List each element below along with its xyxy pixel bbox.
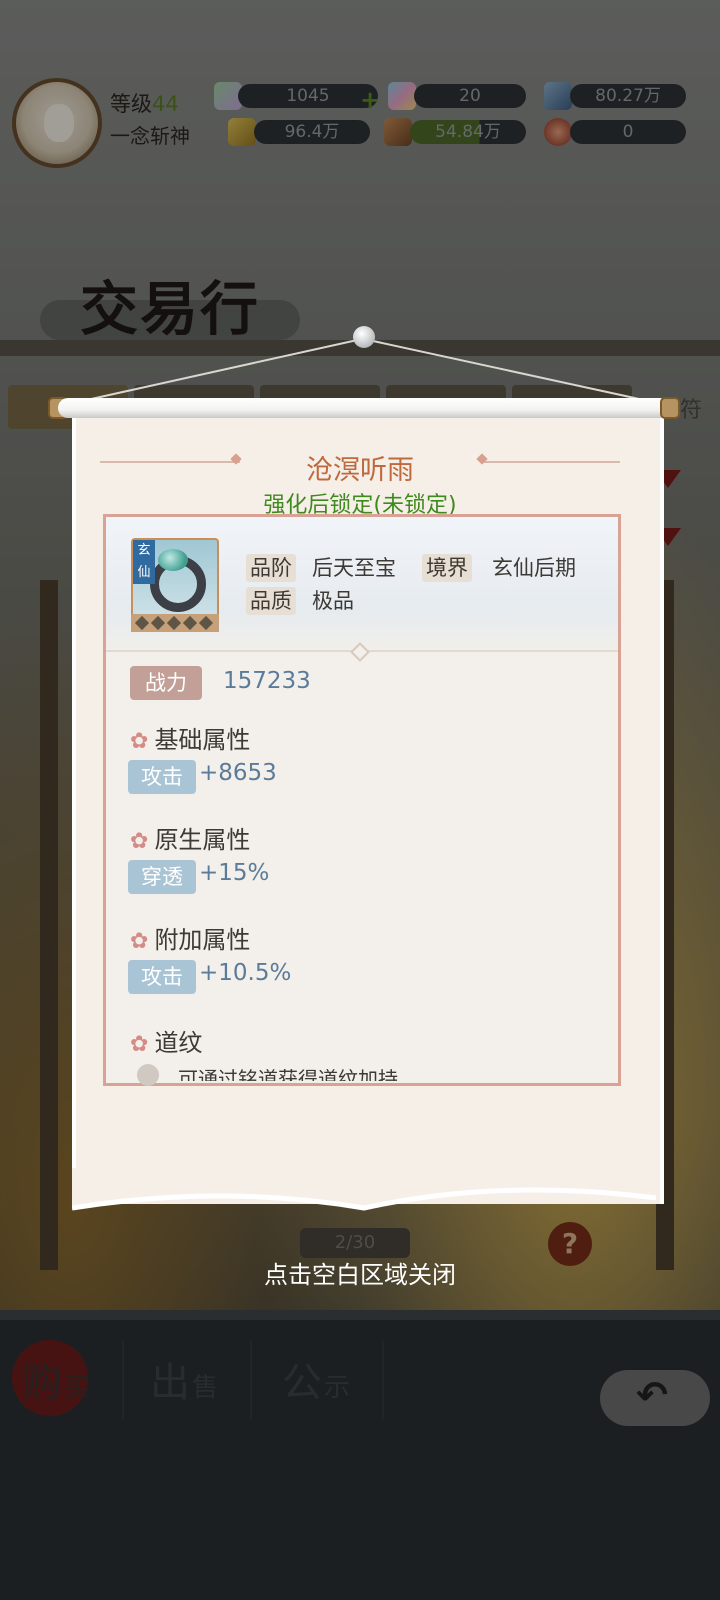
native-attributes-title: ✿ 原生属性 xyxy=(130,820,250,855)
base-stat-label: 攻击 xyxy=(128,760,196,794)
base-stat-value: +8653 xyxy=(199,760,277,786)
dao-pattern-title: ✿ 道纹 xyxy=(130,1023,202,1058)
realm-label: 境界 xyxy=(422,554,472,582)
flower-icon: ✿ xyxy=(130,729,149,754)
rod-cap-right xyxy=(660,397,680,419)
ring-gem-icon xyxy=(158,549,188,571)
scroll-bottom-edge xyxy=(72,1168,656,1211)
flower-icon: ✿ xyxy=(130,829,149,854)
base-attributes-label: 基础属性 xyxy=(154,726,251,754)
hanger-knob xyxy=(353,326,375,348)
close-hint: 点击空白区域关闭 xyxy=(264,1261,456,1289)
native-attributes-label: 原生属性 xyxy=(154,826,251,854)
extra-stat-label: 攻击 xyxy=(128,960,196,994)
grade-value: 后天至宝 xyxy=(312,556,396,580)
grade-label: 品阶 xyxy=(246,554,296,582)
scroll-rod xyxy=(58,398,670,418)
flower-icon: ✿ xyxy=(130,1032,149,1057)
base-attributes-title: ✿ 基础属性 xyxy=(130,720,250,755)
item-name: 沧溟听雨 xyxy=(306,455,414,486)
power-value: 157233 xyxy=(223,668,311,694)
realm-value: 玄仙后期 xyxy=(492,556,576,580)
power-label: 战力 xyxy=(130,666,202,700)
native-stat-label: 穿透 xyxy=(128,860,196,894)
dao-pattern-label: 道纹 xyxy=(154,1029,203,1057)
extra-stat-value: +10.5% xyxy=(199,960,292,986)
realm-badge: 玄仙 xyxy=(133,540,155,584)
native-stat-value: +15% xyxy=(199,860,270,886)
quality-value: 极品 xyxy=(312,589,354,613)
dao-slot-icon xyxy=(137,1064,159,1086)
quality-label: 品质 xyxy=(246,587,296,615)
flower-icon: ✿ xyxy=(130,929,149,954)
extra-attributes-title: ✿ 附加属性 xyxy=(130,920,250,955)
dao-pattern-hint: 可通过铭道获得道纹加持 xyxy=(178,1067,398,1081)
extra-attributes-label: 附加属性 xyxy=(154,926,251,954)
